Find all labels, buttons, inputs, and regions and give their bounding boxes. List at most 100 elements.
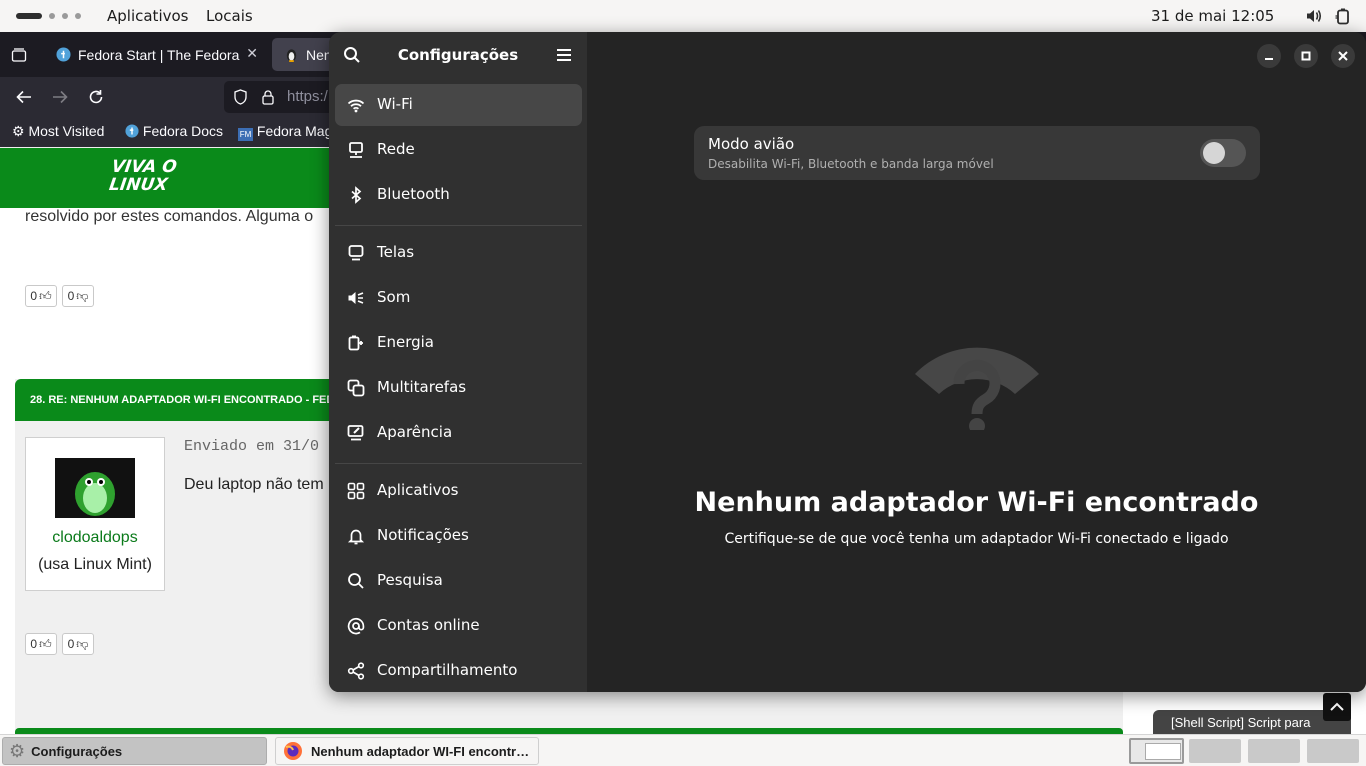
bell-icon xyxy=(347,529,365,545)
toggle-knob xyxy=(1203,142,1225,164)
sidebar-item-bluetooth[interactable]: Bluetooth xyxy=(335,174,582,216)
sidebar-item-online-accounts[interactable]: Contas online xyxy=(335,605,582,647)
tux-icon xyxy=(286,49,297,62)
thumbs-up-icon: 👍︎ xyxy=(39,636,52,651)
close-icon xyxy=(1338,51,1348,61)
lock-icon[interactable] xyxy=(261,89,275,105)
sidebar-item-sharing[interactable]: Compartilhamento xyxy=(335,650,582,692)
reload-icon[interactable] xyxy=(87,88,105,106)
taskbar: ⚙ Configurações Nenhum adaptador WI-FI e… xyxy=(0,734,1366,766)
wifi-panel: Modo avião Desabilita Wi-Fi, Bluetooth e… xyxy=(587,32,1366,692)
sidebar-item-label: Notificações xyxy=(377,526,469,544)
post-body: Deu laptop não tem xyxy=(184,476,324,493)
airplane-mode-toggle[interactable] xyxy=(1200,139,1246,167)
sidebar-item-applications[interactable]: Aplicativos xyxy=(335,470,582,512)
thumbs-down-icon: 👎︎ xyxy=(76,636,89,651)
workspace-dot xyxy=(49,13,55,19)
display-icon xyxy=(348,245,364,261)
tab-list-icon[interactable] xyxy=(11,47,27,63)
maximize-icon xyxy=(1301,51,1311,61)
workspace-window-preview xyxy=(1145,743,1181,760)
workspace-dot xyxy=(62,13,68,19)
post-text: resolvido por estes comandos. Alguma o xyxy=(25,208,314,225)
airplane-mode-title: Modo avião xyxy=(708,135,795,153)
task-settings[interactable]: ⚙ Configurações xyxy=(2,737,267,765)
avatar[interactable] xyxy=(55,458,135,518)
share-icon xyxy=(347,662,365,680)
task-firefox[interactable]: Nenhum adaptador WI-FI encontr… xyxy=(275,737,539,765)
minimize-button[interactable] xyxy=(1257,44,1281,68)
top-bar: Aplicativos Locais 31 de mai 12:05 xyxy=(0,0,1366,32)
workspace-2[interactable] xyxy=(1189,739,1241,763)
workspace-4[interactable] xyxy=(1307,739,1359,763)
sidebar-item-label: Aparência xyxy=(377,423,453,441)
url-text: https:/ xyxy=(287,88,328,105)
fedora-magazine-icon: FM xyxy=(238,128,253,141)
fedora-icon xyxy=(125,124,139,138)
activities-indicator[interactable] xyxy=(16,13,81,19)
back-icon[interactable] xyxy=(15,89,33,105)
sidebar-item-multitasking[interactable]: Multitarefas xyxy=(335,367,582,409)
multitasking-icon xyxy=(347,379,365,397)
site-logo[interactable]: VIVA O LINUX xyxy=(107,157,205,200)
bluetooth-icon xyxy=(351,186,362,204)
volume-icon[interactable] xyxy=(1305,7,1323,25)
sidebar-item-wifi[interactable]: Wi-Fi xyxy=(335,84,582,126)
workspace-3[interactable] xyxy=(1248,739,1300,763)
workspace-1[interactable] xyxy=(1129,738,1184,764)
vote-up-button[interactable]: 0 👍︎ xyxy=(25,285,57,307)
author-distro: (usa Linux Mint) xyxy=(38,556,152,573)
apps-grid-icon xyxy=(347,482,365,500)
sidebar-item-label: Energia xyxy=(377,333,434,351)
bookmark-fedora-magazine[interactable]: FM Fedora Mag xyxy=(238,123,332,141)
tux-avatar-icon xyxy=(75,472,115,516)
sidebar-header: Configurações xyxy=(329,32,587,78)
related-link[interactable]: [Shell Script] Script para xyxy=(1153,710,1351,734)
sidebar-item-sound[interactable]: Som xyxy=(335,277,582,319)
tab-title: Nen xyxy=(306,46,332,63)
sidebar-item-label: Rede xyxy=(377,140,415,158)
close-tab-icon[interactable]: ✕ xyxy=(246,45,258,62)
vote-down-button[interactable]: 0 👎︎ xyxy=(62,285,94,307)
bookmark-fedora-docs[interactable]: Fedora Docs xyxy=(125,123,223,139)
sidebar-item-notifications[interactable]: Notificações xyxy=(335,515,582,557)
airplane-mode-row: Modo avião Desabilita Wi-Fi, Bluetooth e… xyxy=(694,126,1260,180)
minimize-icon xyxy=(1265,58,1273,60)
workspace-pill xyxy=(16,13,42,19)
maximize-button[interactable] xyxy=(1294,44,1318,68)
workspace-dot xyxy=(75,13,81,19)
appearance-icon xyxy=(347,425,364,441)
sidebar-item-network[interactable]: Rede xyxy=(335,129,582,171)
empty-state-subtitle: Certifique-se de que você tenha um adapt… xyxy=(724,531,1229,547)
settings-title: Configurações xyxy=(397,46,519,64)
forward-icon[interactable] xyxy=(51,89,69,105)
vote-up-button[interactable]: 0 👍︎ xyxy=(25,633,57,655)
shield-icon[interactable] xyxy=(233,89,248,105)
sidebar-divider xyxy=(335,225,582,226)
vote-down-button[interactable]: 0 👎︎ xyxy=(62,633,94,655)
applications-menu[interactable]: Aplicativos xyxy=(107,7,188,25)
hamburger-menu-icon[interactable] xyxy=(556,47,572,63)
sidebar-item-search[interactable]: Pesquisa xyxy=(335,560,582,602)
close-button[interactable] xyxy=(1331,44,1355,68)
chevron-up-icon xyxy=(1330,702,1344,711)
bookmark-most-visited[interactable]: ⚙ Most Visited xyxy=(12,123,104,140)
sidebar-item-power[interactable]: Energia xyxy=(335,322,582,364)
thumbs-down-icon: 👎︎ xyxy=(76,288,89,303)
sidebar-item-appearance[interactable]: Aparência xyxy=(335,412,582,454)
author-name[interactable]: clodoaldops xyxy=(26,529,164,547)
sound-icon xyxy=(348,292,364,304)
sidebar-item-label: Som xyxy=(377,288,411,306)
battery-icon[interactable] xyxy=(1334,7,1352,25)
network-icon xyxy=(349,142,363,158)
sidebar-item-label: Pesquisa xyxy=(377,571,443,589)
sidebar-item-displays[interactable]: Telas xyxy=(335,232,582,274)
sidebar-item-label: Compartilhamento xyxy=(377,661,518,679)
gear-icon: ⚙ xyxy=(9,740,26,761)
clock[interactable]: 31 de mai 12:05 xyxy=(1151,7,1274,25)
places-menu[interactable]: Locais xyxy=(206,7,253,25)
scroll-top-button[interactable] xyxy=(1323,693,1351,721)
post-header[interactable]: 28. RE: NENHUM ADAPTADOR WI-FI ENCONTRAD… xyxy=(15,379,345,421)
browser-tab[interactable]: Fedora Start | The Fedora ✕ xyxy=(44,38,266,71)
sidebar-item-label: Wi-Fi xyxy=(377,95,413,113)
